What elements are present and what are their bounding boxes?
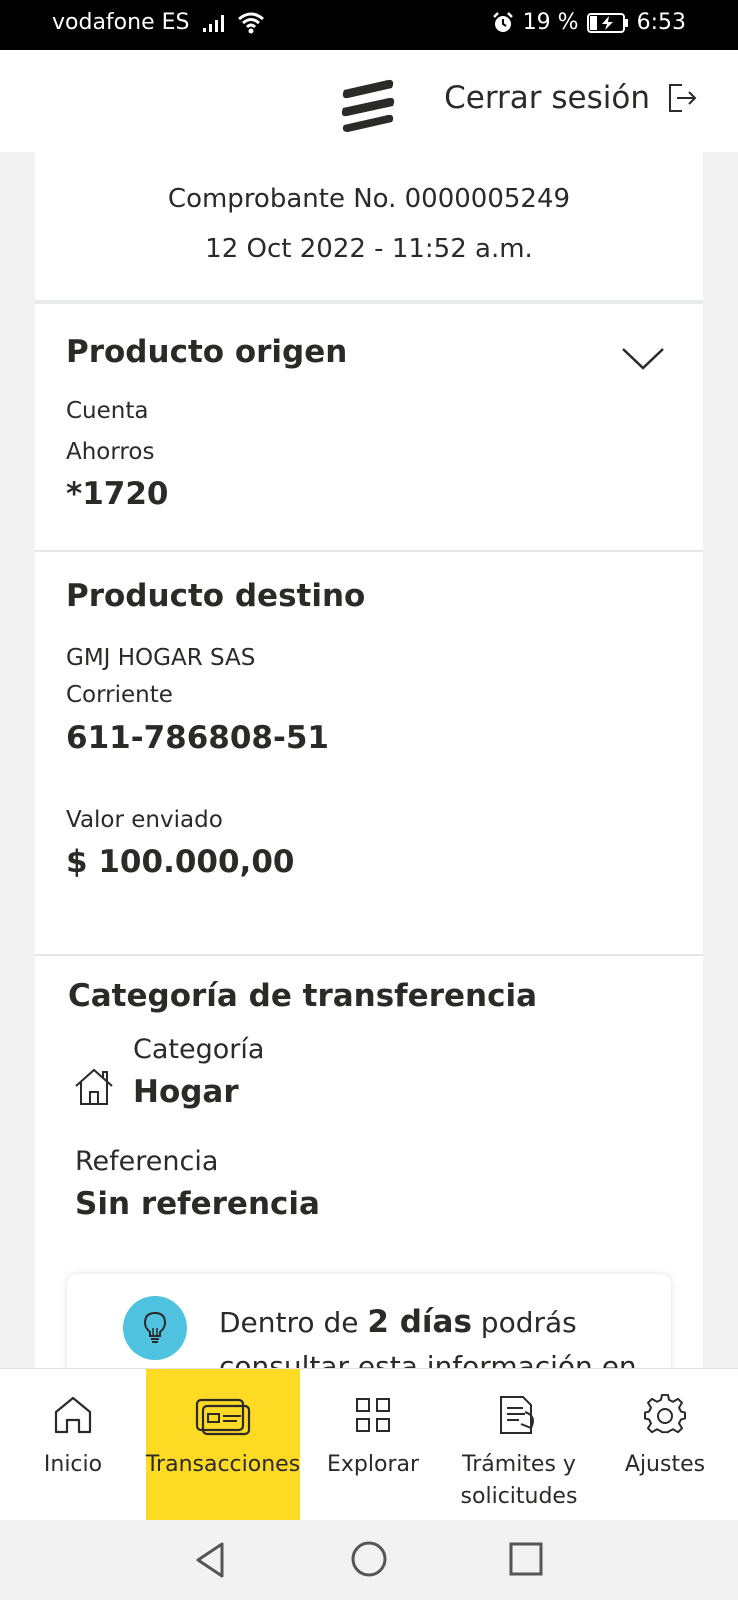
logout-label: Cerrar sesión [444,80,650,116]
bottom-navigation: Inicio Transacciones Explorar Trámites y… [0,1368,738,1521]
battery-percent: 19 % [522,10,579,35]
carrier-label: vodafone ES [52,10,190,35]
receipt-content: Comprobante No. 0000005249 12 Oct 2022 -… [35,152,703,1368]
status-bar: vodafone ES 19 % 6:53 [0,0,738,50]
nav-label: Transacciones [145,1452,301,1477]
origin-type-line1: Cuenta [66,398,149,424]
chevron-down-icon[interactable] [621,346,665,372]
house-icon [75,1068,113,1105]
home-icon [54,1396,92,1434]
document-icon [500,1396,534,1434]
tip-highlight: 2 días [367,1304,472,1340]
tip-prefix: Dentro de [219,1306,368,1339]
nav-label: Ajustes [624,1452,706,1477]
nav-tramites[interactable]: Trámites y solicitudes [448,1369,590,1521]
recents-icon[interactable] [508,1541,544,1577]
receipt-datetime: 12 Oct 2022 - 11:52 a.m. [205,234,533,264]
destination-title: Producto destino [66,578,366,614]
section-divider [35,550,703,552]
nav-label-line1: Trámites y [462,1452,576,1477]
clock: 6:53 [636,10,686,35]
receipt-number: Comprobante No. 0000005249 [167,184,571,214]
amount-label: Valor enviado [66,807,223,833]
signal-icon [203,14,225,32]
destination-name: GMJ HOGAR SAS [66,645,256,671]
gear-icon [644,1394,686,1434]
reference-value: Sin referencia [75,1186,320,1222]
info-tip-card: Dentro de 2 días podrás consultar esta i… [67,1274,671,1368]
card-icon [195,1398,251,1436]
alarm-icon [492,11,513,32]
tip-suffix: podrás [471,1306,577,1339]
destination-type: Corriente [66,682,173,708]
nav-label-line2: solicitudes [460,1484,578,1509]
section-divider [35,300,703,304]
origin-account: *1720 [66,476,169,512]
category-value: Hogar [133,1074,239,1110]
battery-charging-icon [586,12,628,33]
home-circle-icon[interactable] [350,1540,388,1578]
origin-title: Producto origen [66,334,348,370]
lightbulb-icon [123,1296,187,1360]
origin-type-line2: Ahorros [66,439,155,465]
nav-transacciones[interactable]: Transacciones [146,1369,300,1521]
nav-label: Explorar [326,1452,420,1477]
nav-inicio[interactable]: Inicio [22,1369,124,1521]
tip-line2: consultar esta información en [219,1350,637,1368]
nav-explorar[interactable]: Explorar [318,1369,428,1521]
section-divider [35,954,703,956]
nav-ajustes[interactable]: Ajustes [614,1369,716,1521]
grid-icon [356,1398,390,1432]
logout-icon [669,84,697,112]
back-icon[interactable] [192,1540,228,1580]
logout-button[interactable]: Cerrar sesión [444,80,698,116]
wifi-icon [238,12,265,33]
system-nav-bar [0,1520,738,1600]
destination-account: 611-786808-51 [66,720,330,756]
reference-label: Referencia [75,1146,219,1177]
category-title: Categoría de transferencia [68,978,537,1014]
amount-value: $ 100.000,00 [66,844,295,880]
category-label: Categoría [133,1034,265,1065]
nav-label: Trámites y solicitudes [461,1449,578,1513]
nav-label: Inicio [43,1452,103,1477]
bank-logo-icon [341,79,395,132]
tip-text: Dentro de 2 días podrás consultar esta i… [219,1300,639,1368]
